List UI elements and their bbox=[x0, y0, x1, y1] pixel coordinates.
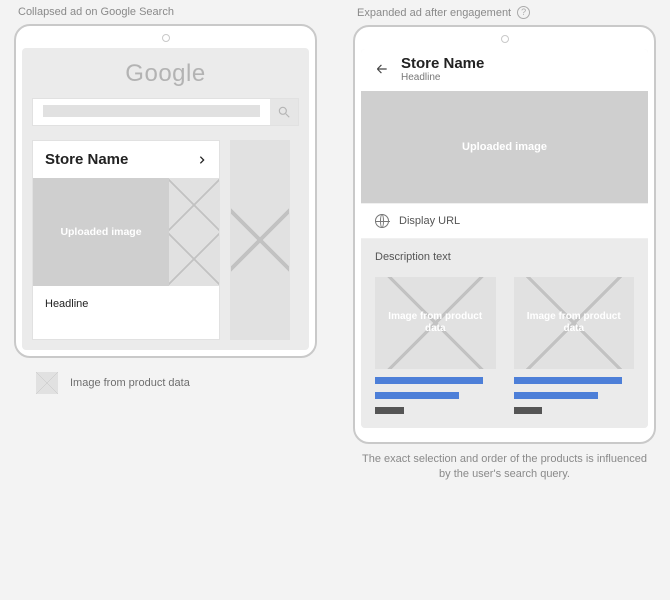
display-url-label: Display URL bbox=[399, 215, 460, 227]
search-icon bbox=[277, 105, 291, 119]
side-result-card bbox=[230, 140, 290, 340]
tablet-collapsed: Google Store Name bbox=[14, 24, 317, 358]
legend-label: Image from product data bbox=[70, 377, 190, 389]
uploaded-image: Uploaded image bbox=[33, 178, 169, 286]
product-card[interactable]: Image from product data bbox=[375, 277, 496, 414]
product-title-line bbox=[514, 377, 622, 384]
product-price-line bbox=[375, 407, 404, 414]
display-url-row[interactable]: Display URL bbox=[361, 203, 648, 239]
collapsed-ad-card[interactable]: Store Name Uploaded image bbox=[32, 140, 220, 340]
product-thumb bbox=[169, 178, 219, 232]
footnote: The exact selection and order of the pro… bbox=[357, 452, 652, 483]
expanded-headline: Headline bbox=[401, 72, 484, 83]
product-thumb bbox=[169, 232, 219, 286]
google-logo: Google bbox=[32, 60, 299, 88]
description-text: Description text bbox=[361, 239, 648, 269]
chevron-right-icon bbox=[197, 155, 207, 165]
search-input-placeholder[interactable] bbox=[43, 105, 260, 117]
help-icon[interactable]: ? bbox=[517, 6, 530, 19]
product-card[interactable]: Image from product data bbox=[514, 277, 635, 414]
ad-headline: Headline bbox=[33, 286, 219, 328]
globe-icon bbox=[375, 214, 389, 228]
left-caption: Collapsed ad on Google Search bbox=[18, 6, 317, 18]
legend: Image from product data bbox=[36, 372, 317, 394]
legend-swatch-icon bbox=[36, 372, 58, 394]
product-image-placeholder: Image from product data bbox=[514, 277, 635, 369]
right-caption: Expanded ad after engagement bbox=[357, 7, 511, 19]
product-title-line bbox=[514, 392, 598, 399]
expanded-store-name: Store Name bbox=[401, 55, 484, 72]
ad-store-name: Store Name bbox=[45, 151, 128, 168]
product-image-placeholder: Image from product data bbox=[375, 277, 496, 369]
product-title-line bbox=[375, 392, 459, 399]
search-button[interactable] bbox=[270, 99, 298, 125]
tablet-camera bbox=[162, 34, 170, 42]
search-bar[interactable] bbox=[32, 98, 299, 126]
expanded-uploaded-image: Uploaded image bbox=[361, 91, 648, 203]
product-title-line bbox=[375, 377, 483, 384]
back-arrow-icon[interactable] bbox=[373, 62, 391, 76]
tablet-camera bbox=[501, 35, 509, 43]
product-price-line bbox=[514, 407, 543, 414]
tablet-expanded: Store Name Headline Uploaded image Displ… bbox=[353, 25, 656, 444]
